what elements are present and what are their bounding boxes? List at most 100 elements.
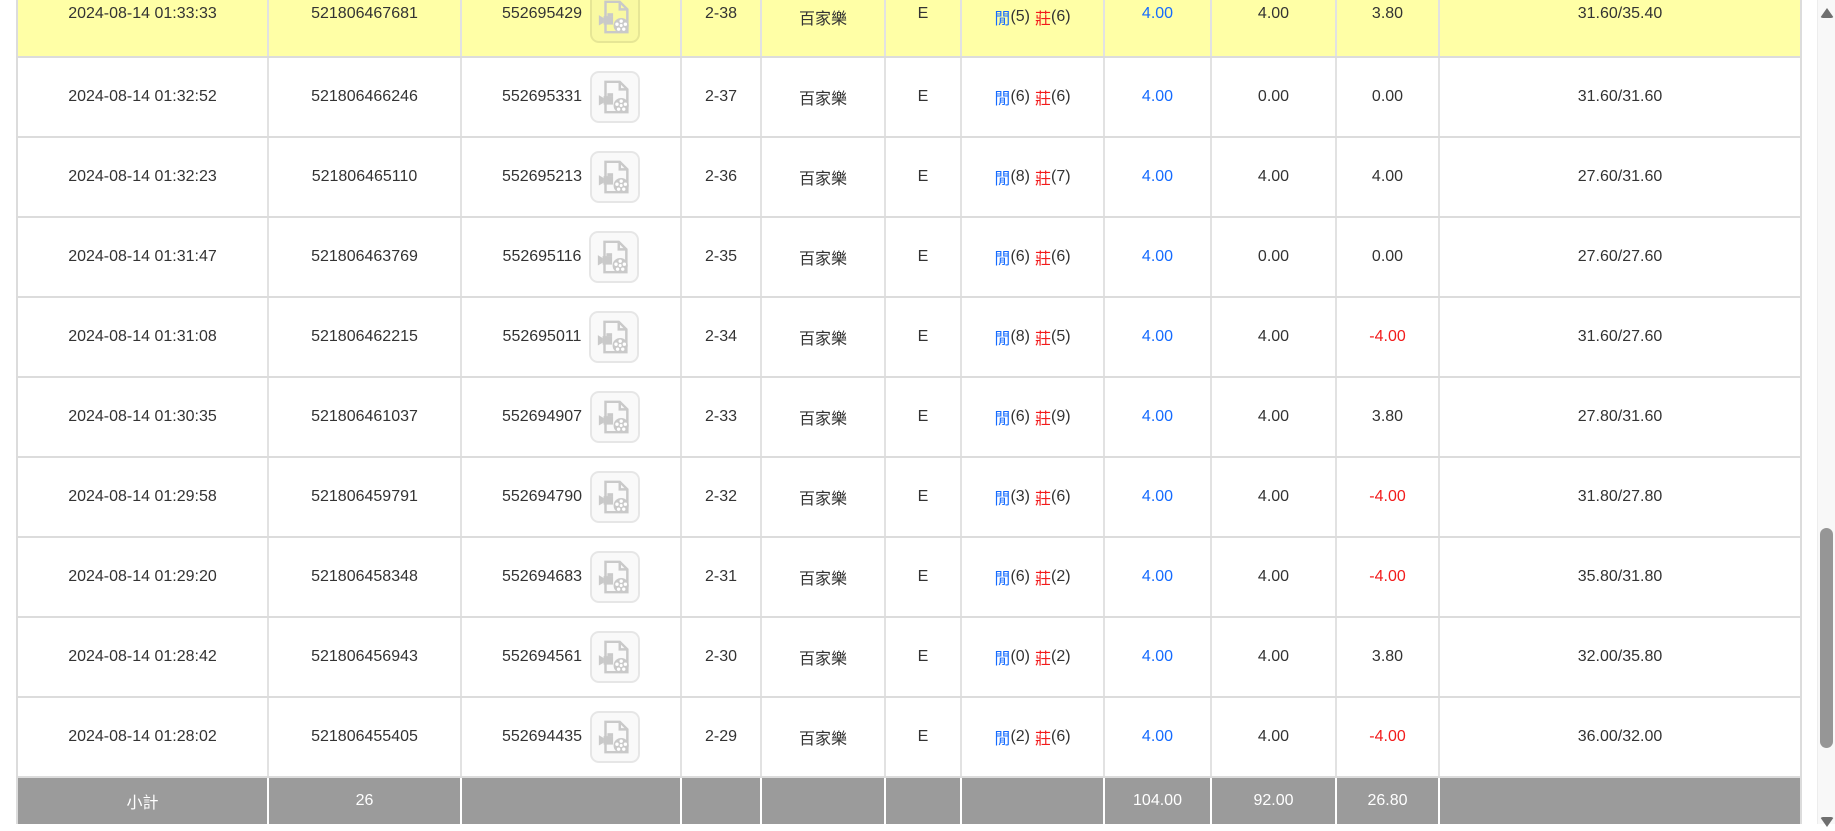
valid-bet-amount: 4.00 <box>1212 378 1337 456</box>
win-loss-amount: 4.00 <box>1337 138 1440 216</box>
video-file-icon <box>596 558 634 596</box>
round-id-cell: 552694561 <box>462 618 682 696</box>
result-text: 閒(6)莊(2) <box>994 565 1070 589</box>
bet-amount-link[interactable]: 4.00 <box>1142 728 1173 746</box>
result-text: 閒(6)莊(6) <box>994 85 1070 109</box>
win-loss-amount: 0.00 <box>1337 218 1440 296</box>
round-id-cell: 552694790 <box>462 458 682 536</box>
table-row[interactable]: 2024-08-14 01:32:23521806465110552695213… <box>18 136 1800 216</box>
table-row[interactable]: 2024-08-14 01:33:33521806467681552695429… <box>18 0 1800 56</box>
table-code: E <box>886 218 962 296</box>
balance-before-after: 32.00/35.80 <box>1440 618 1800 696</box>
video-replay-button[interactable] <box>589 231 639 283</box>
game-result: 閒(6)莊(6) <box>962 58 1105 136</box>
player-label: 閒 <box>994 325 1010 349</box>
banker-score: (2) <box>1051 568 1071 586</box>
player-label: 閒 <box>994 485 1010 509</box>
bet-id: 521806466246 <box>269 58 462 136</box>
table-row[interactable]: 2024-08-14 01:28:42521806456943552694561… <box>18 616 1800 696</box>
scrollbar-thumb[interactable] <box>1820 528 1833 748</box>
video-file-icon <box>596 478 634 516</box>
scroll-up-button[interactable] <box>1818 8 1835 22</box>
bet-id: 521806467681 <box>269 0 462 56</box>
round-id: 552694907 <box>502 408 582 426</box>
banker-label: 莊 <box>1035 485 1051 509</box>
video-file-icon <box>596 398 634 436</box>
bet-amount-cell: 4.00 <box>1105 698 1212 776</box>
round-id-cell: 552695213 <box>462 138 682 216</box>
video-replay-button[interactable] <box>590 71 640 123</box>
table-code: E <box>886 0 962 56</box>
player-label: 閒 <box>994 725 1010 749</box>
result-text: 閒(0)莊(2) <box>994 645 1070 669</box>
round-number: 2-38 <box>682 0 762 56</box>
bet-amount-link[interactable]: 4.00 <box>1142 5 1173 23</box>
subtotal-empty-balance <box>1440 778 1800 824</box>
game-name: 百家樂 <box>762 698 886 776</box>
bet-amount-link[interactable]: 4.00 <box>1142 88 1173 106</box>
game-result: 閒(2)莊(6) <box>962 698 1105 776</box>
video-file-icon <box>596 0 634 36</box>
bet-amount-link[interactable]: 4.00 <box>1142 168 1173 186</box>
banker-label: 莊 <box>1035 645 1051 669</box>
bet-amount-link[interactable]: 4.00 <box>1142 328 1173 346</box>
valid-bet-amount: 4.00 <box>1212 298 1337 376</box>
bet-amount-link[interactable]: 4.00 <box>1142 488 1173 506</box>
bet-amount-cell: 4.00 <box>1105 218 1212 296</box>
game-result: 閒(8)莊(7) <box>962 138 1105 216</box>
table-row[interactable]: 2024-08-14 01:31:47521806463769552695116… <box>18 216 1800 296</box>
round-id-cell: 552695429 <box>462 0 682 56</box>
arrow-down-icon <box>1820 817 1834 827</box>
table-row[interactable]: 2024-08-14 01:29:20521806458348552694683… <box>18 536 1800 616</box>
table-row[interactable]: 2024-08-14 01:32:52521806466246552695331… <box>18 56 1800 136</box>
table-code: E <box>886 298 962 376</box>
win-loss-amount: 0.00 <box>1337 58 1440 136</box>
game-result: 閒(0)莊(2) <box>962 618 1105 696</box>
table-row[interactable]: 2024-08-14 01:28:02521806455405552694435… <box>18 696 1800 776</box>
game-name: 百家樂 <box>762 0 886 56</box>
video-replay-button[interactable] <box>590 471 640 523</box>
bet-amount-link[interactable]: 4.00 <box>1142 408 1173 426</box>
bet-time: 2024-08-14 01:28:42 <box>18 618 269 696</box>
bet-amount-cell: 4.00 <box>1105 538 1212 616</box>
valid-bet-amount: 4.00 <box>1212 618 1337 696</box>
table-row[interactable]: 2024-08-14 01:30:35521806461037552694907… <box>18 376 1800 456</box>
bet-amount-link[interactable]: 4.00 <box>1142 648 1173 666</box>
table-code: E <box>886 538 962 616</box>
round-id-cell: 552694435 <box>462 698 682 776</box>
round-id: 552694790 <box>502 488 582 506</box>
bet-amount-link[interactable]: 4.00 <box>1142 568 1173 586</box>
bet-time: 2024-08-14 01:32:23 <box>18 138 269 216</box>
scroll-down-button[interactable] <box>1818 817 1835 831</box>
banker-label: 莊 <box>1035 5 1051 29</box>
round-number: 2-30 <box>682 618 762 696</box>
round-id: 552695116 <box>503 248 582 266</box>
video-replay-button[interactable] <box>590 551 640 603</box>
bet-amount-cell: 4.00 <box>1105 618 1212 696</box>
player-score: (6) <box>1010 408 1030 426</box>
round-id: 552694435 <box>502 728 582 746</box>
round-number: 2-32 <box>682 458 762 536</box>
video-replay-button[interactable] <box>590 391 640 443</box>
table-row[interactable]: 2024-08-14 01:31:08521806462215552695011… <box>18 296 1800 376</box>
table-code: E <box>886 698 962 776</box>
bet-id: 521806461037 <box>269 378 462 456</box>
video-replay-button[interactable] <box>589 311 639 363</box>
subtotal-valid-total: 92.00 <box>1212 778 1337 824</box>
round-id: 552694683 <box>502 568 582 586</box>
table-row[interactable]: 2024-08-14 01:29:58521806459791552694790… <box>18 456 1800 536</box>
valid-bet-amount: 4.00 <box>1212 458 1337 536</box>
bet-amount-link[interactable]: 4.00 <box>1142 248 1173 266</box>
valid-bet-amount: 4.00 <box>1212 138 1337 216</box>
banker-score: (7) <box>1051 168 1071 186</box>
subtotal-count: 26 <box>269 778 462 824</box>
banker-score: (6) <box>1051 88 1071 106</box>
video-replay-button[interactable] <box>590 711 640 763</box>
subtotal-empty-round-id <box>462 778 682 824</box>
video-replay-button[interactable] <box>590 0 640 43</box>
vertical-scrollbar[interactable] <box>1817 0 1835 824</box>
video-replay-button[interactable] <box>590 631 640 683</box>
round-id: 552695429 <box>502 5 582 23</box>
video-replay-button[interactable] <box>590 151 640 203</box>
subtotal-row: 小計 26 104.00 92.00 26.80 <box>18 776 1800 824</box>
